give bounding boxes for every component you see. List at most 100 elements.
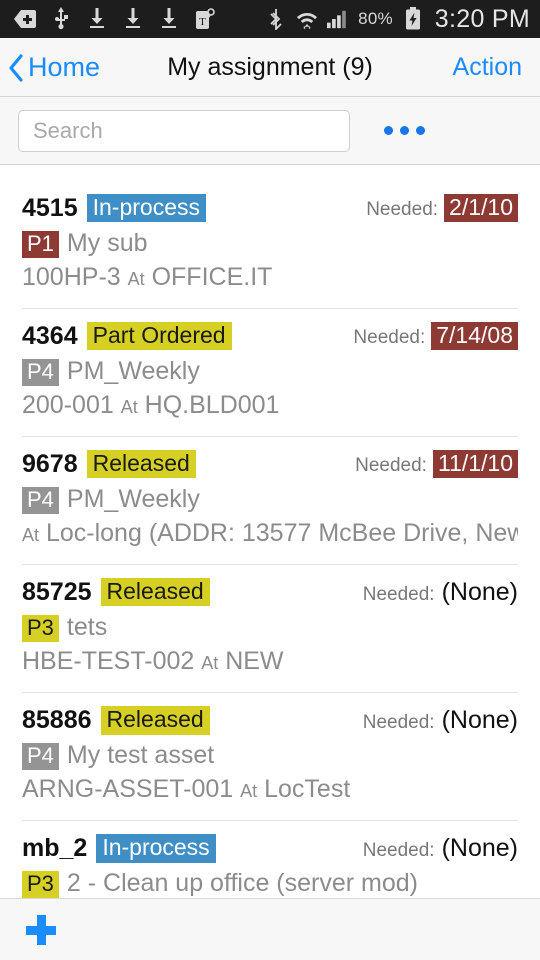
work-order-id: mb_2 bbox=[22, 834, 88, 863]
work-order-id: 4364 bbox=[22, 322, 78, 351]
location-label: HQ.BLD001 bbox=[144, 391, 280, 420]
list-item-header: 4364 Part Ordered Needed: 7/14/08 bbox=[22, 322, 518, 351]
work-order-description: PM_Weekly bbox=[66, 357, 200, 386]
asset-id: HBE-TEST-002 bbox=[22, 647, 195, 676]
more-dot bbox=[416, 126, 425, 135]
list-item-description-row: P4 PM_Weekly bbox=[22, 485, 518, 515]
needed-none-label: (None) bbox=[441, 578, 518, 607]
at-label: At bbox=[127, 269, 145, 290]
download-icon bbox=[86, 7, 108, 31]
work-order-description: My test asset bbox=[66, 741, 215, 770]
search-bar bbox=[0, 97, 540, 165]
battery-percent-label: 80% bbox=[358, 9, 393, 28]
priority-badge: P4 bbox=[22, 487, 59, 515]
back-button-label: Home bbox=[28, 51, 101, 82]
list-item[interactable]: 85725 Released Needed: (None) P3 tets HB… bbox=[0, 564, 540, 692]
assignment-list[interactable]: 4515 In-process Needed: 2/1/10 P1 My sub… bbox=[0, 180, 540, 898]
priority-badge: P1 bbox=[22, 231, 59, 259]
list-item[interactable]: 9678 Released Needed: 11/1/10 P4 PM_Week… bbox=[0, 436, 540, 564]
work-order-description: My sub bbox=[66, 229, 148, 257]
at-label: At bbox=[22, 525, 40, 546]
work-order-description: 2 - Clean up office (server mod) bbox=[66, 869, 418, 898]
needed-date-badge: 2/1/10 bbox=[444, 194, 518, 223]
list-item[interactable]: 85886 Released Needed: (None) P4 My test… bbox=[0, 692, 540, 820]
needed-group: Needed: 7/14/08 bbox=[353, 322, 518, 351]
location-label: LocTest bbox=[264, 775, 351, 804]
asset-id: 100HP-3 bbox=[22, 263, 121, 292]
list-item[interactable]: mb_2 In-process Needed: (None) P3 2 - Cl… bbox=[0, 820, 540, 898]
list-item-description-row: P3 2 - Clean up office (server mod) bbox=[22, 869, 518, 898]
list-item-asset-row: 200-001 At HQ.BLD001 bbox=[22, 391, 518, 420]
list-item-asset-row: HBE-TEST-002 At NEW bbox=[22, 647, 518, 676]
work-order-id: 85886 bbox=[22, 706, 92, 735]
tag-plus-icon bbox=[14, 7, 36, 31]
battery-charging-icon bbox=[402, 7, 424, 31]
usb-icon bbox=[50, 7, 72, 31]
needed-label: Needed: bbox=[362, 840, 435, 862]
needed-none-label: (None) bbox=[441, 706, 518, 735]
needed-date-badge: 7/14/08 bbox=[431, 322, 518, 351]
at-label: At bbox=[240, 781, 258, 802]
wifi-icon bbox=[296, 7, 318, 31]
list-item-header: 85886 Released Needed: (None) bbox=[22, 706, 518, 735]
key-tag-icon: T bbox=[194, 7, 216, 31]
asset-id: 200-001 bbox=[22, 391, 114, 420]
work-order-description: PM_Weekly bbox=[66, 485, 200, 514]
needed-label: Needed: bbox=[362, 712, 435, 734]
work-order-id: 4515 bbox=[22, 194, 78, 222]
back-button[interactable]: Home bbox=[0, 52, 100, 83]
status-badge: Part Ordered bbox=[86, 322, 232, 351]
needed-none-label: (None) bbox=[441, 834, 518, 863]
status-bar-right-icons: 80% 3:20 PM bbox=[265, 5, 530, 34]
status-badge: Released bbox=[86, 450, 196, 479]
priority-badge: P4 bbox=[22, 359, 59, 387]
bottom-toolbar bbox=[0, 898, 540, 960]
priority-badge: P3 bbox=[22, 871, 59, 898]
app-screen: T 80% 3:20 PM Home My assignment (9) Act… bbox=[0, 0, 540, 960]
needed-label: Needed: bbox=[353, 327, 426, 349]
list-item-header: mb_2 In-process Needed: (None) bbox=[22, 834, 518, 863]
add-button[interactable] bbox=[26, 914, 56, 945]
needed-date-badge: 11/1/10 bbox=[432, 450, 518, 479]
needed-group: Needed: (None) bbox=[363, 578, 518, 607]
list-item-description-row: P4 My test asset bbox=[22, 741, 518, 771]
status-badge: Released bbox=[100, 706, 210, 735]
list-item-asset-row: At Loc-long (ADDR: 13577 McBee Drive, Ne… bbox=[22, 519, 518, 548]
action-button[interactable]: Action bbox=[453, 53, 540, 82]
more-horizontal-icon[interactable] bbox=[384, 126, 425, 135]
at-label: At bbox=[120, 397, 138, 418]
location-label: OFFICE.IT bbox=[151, 263, 273, 292]
list-item-asset-row: 100HP-3 At OFFICE.IT bbox=[22, 263, 518, 292]
status-bar: T 80% 3:20 PM bbox=[0, 0, 540, 38]
bluetooth-icon bbox=[265, 7, 287, 31]
location-label: NEW bbox=[225, 647, 284, 676]
needed-group: Needed: 2/1/10 bbox=[366, 194, 518, 223]
needed-group: Needed: (None) bbox=[363, 834, 518, 863]
list-item-asset-row: ARNG-ASSET-001 At LocTest bbox=[22, 775, 518, 804]
navigation-bar: Home My assignment (9) Action bbox=[0, 38, 540, 97]
priority-badge: P4 bbox=[22, 743, 59, 771]
needed-group: Needed: 11/1/10 bbox=[355, 450, 518, 479]
status-badge: In-process bbox=[86, 194, 206, 223]
work-order-id: 9678 bbox=[22, 450, 78, 479]
location-label: Loc-long (ADDR: 13577 McBee Drive, New… bbox=[45, 519, 518, 548]
download-icon bbox=[158, 7, 180, 31]
list-item-description-row: P4 PM_Weekly bbox=[22, 357, 518, 387]
work-order-id: 85725 bbox=[22, 578, 92, 607]
search-input[interactable] bbox=[18, 109, 350, 152]
needed-label: Needed: bbox=[362, 584, 435, 606]
status-badge: In-process bbox=[96, 834, 216, 863]
clock-label: 3:20 PM bbox=[434, 4, 530, 33]
status-bar-left-icons: T bbox=[14, 7, 216, 31]
list-item-header: 4515 In-process Needed: 2/1/10 bbox=[22, 194, 518, 223]
asset-id: ARNG-ASSET-001 bbox=[22, 775, 234, 804]
list-item[interactable]: 4364 Part Ordered Needed: 7/14/08 P4 PM_… bbox=[0, 308, 540, 436]
list-item[interactable]: 4515 In-process Needed: 2/1/10 P1 My sub… bbox=[0, 180, 540, 308]
at-label: At bbox=[201, 653, 219, 674]
cellular-signal-icon bbox=[327, 7, 349, 31]
work-order-description: tets bbox=[66, 613, 108, 642]
needed-label: Needed: bbox=[366, 199, 439, 220]
svg-text:T: T bbox=[199, 16, 206, 28]
list-item-description-row: P1 My sub bbox=[22, 229, 518, 259]
download-icon bbox=[122, 7, 144, 31]
